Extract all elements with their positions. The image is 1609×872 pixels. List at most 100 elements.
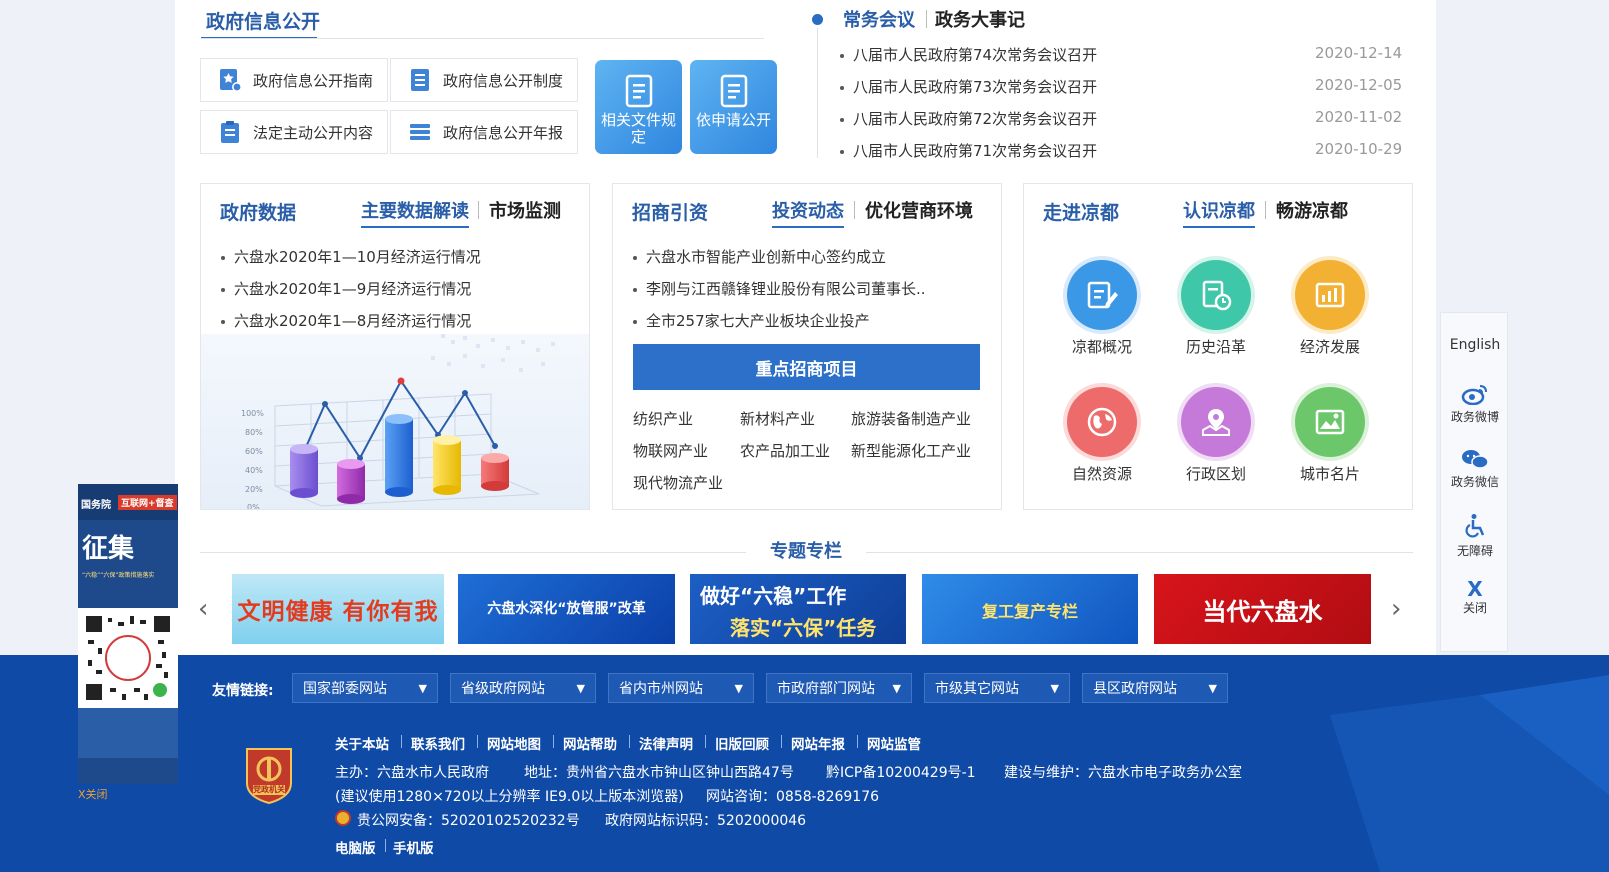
- gov-info-title[interactable]: 政府信息公开: [206, 7, 320, 34]
- english-link[interactable]: English: [1441, 337, 1509, 353]
- tab-market-monitoring[interactable]: 市场监测: [489, 197, 561, 223]
- footer-link-separator: [857, 735, 858, 748]
- districts-button[interactable]: [1181, 387, 1251, 457]
- left-ad-close-button[interactable]: X关闭: [78, 786, 108, 802]
- bullet-icon: [840, 149, 844, 154]
- sidebar-close-button[interactable]: X 关闭: [1441, 579, 1509, 616]
- tab-business-environment[interactable]: 优化营商环境: [865, 197, 973, 223]
- footer-link-separator: [781, 735, 782, 748]
- weibo-label: 政务微博: [1450, 410, 1499, 424]
- city-card-button[interactable]: [1295, 387, 1365, 457]
- meeting-title: 八届市人民政府第74次常务会议召开: [853, 46, 1098, 64]
- investment-news-item[interactable]: 六盘水市智能产业创新中心签约成立: [633, 246, 886, 267]
- mobile-version-link[interactable]: 手机版: [393, 837, 434, 857]
- footer-link-contact[interactable]: 联系我们: [411, 733, 465, 753]
- industry-link[interactable]: 新型能源化工产业: [851, 440, 971, 461]
- data-news-item[interactable]: 六盘水2020年1—8月经济运行情况: [221, 310, 471, 331]
- stack-layers-icon: [410, 124, 430, 140]
- investment-news-item[interactable]: 全市257家七大产业板块企业投产: [633, 310, 870, 331]
- banner-resume-work[interactable]: 复工复产专栏: [922, 574, 1138, 644]
- weibo-link[interactable]: 政务微博: [1441, 383, 1509, 425]
- data-news-title: 六盘水2020年1—8月经济运行情况: [234, 312, 472, 330]
- meeting-item[interactable]: 八届市人民政府第73次常务会议召开: [840, 76, 1097, 97]
- data-news-item[interactable]: 六盘水2020年1—9月经济运行情况: [221, 278, 471, 299]
- footer-link-legal[interactable]: 法律声明: [639, 733, 693, 753]
- tab-know-liangdu[interactable]: 认识凉都: [1183, 197, 1255, 228]
- gov-info-system-button[interactable]: 政府信息公开制度: [390, 58, 578, 102]
- gov-info-guide-button[interactable]: 政府信息公开指南: [200, 58, 388, 102]
- pc-version-link[interactable]: 电脑版: [335, 837, 376, 857]
- investment-news-title: 李刚与江西赣锋锂业股份有限公司董事长..: [646, 280, 926, 298]
- statutory-disclosure-button[interactable]: 法定主动公开内容: [200, 110, 388, 154]
- bullet-icon: [840, 53, 844, 58]
- footer-link-annual-report[interactable]: 网站年报: [791, 733, 845, 753]
- ad-header: 国务院 互联网+督查: [78, 484, 178, 520]
- meeting-item[interactable]: 八届市人民政府第71次常务会议召开: [840, 140, 1097, 161]
- footer-link-help[interactable]: 网站帮助: [563, 733, 617, 753]
- footer-police-record[interactable]: 贵公网安备：52020102520232号: [357, 810, 580, 830]
- chevron-down-icon: ▼: [892, 681, 901, 695]
- investment-news-item[interactable]: 李刚与江西赣锋锂业股份有限公司董事长..: [633, 278, 926, 299]
- footer-link-old-version[interactable]: 旧版回顾: [715, 733, 769, 753]
- bullet-icon: [221, 319, 225, 324]
- banner-contemporary[interactable]: 当代六盘水: [1154, 574, 1371, 644]
- footer-link-supervision[interactable]: 网站监管: [867, 733, 921, 753]
- select-city-departments[interactable]: 市政府部门网站 ▼: [766, 673, 912, 703]
- left-float-ad[interactable]: 国务院 互联网+督查 征集 “六稳”“六保”政策措施落实: [78, 484, 178, 784]
- chevron-down-icon: ▼: [734, 681, 743, 695]
- list-document-icon: [411, 69, 429, 91]
- tab-tour-liangdu[interactable]: 畅游凉都: [1276, 197, 1348, 223]
- investment-title[interactable]: 招商引资: [632, 198, 708, 225]
- industry-link[interactable]: 纺织产业: [633, 408, 693, 429]
- tab-major-events[interactable]: 政务大事记: [935, 6, 1025, 32]
- resources-button[interactable]: [1067, 387, 1137, 457]
- footer-link-separator: [705, 735, 706, 748]
- banner-six-stability[interactable]: 做好“六稳”工作 落实“六保”任务: [690, 574, 906, 644]
- select-city-other[interactable]: 市级其它网站 ▼: [924, 673, 1070, 703]
- accessibility-link[interactable]: 无障碍: [1441, 513, 1509, 559]
- tab-investment-news[interactable]: 投资动态: [772, 197, 844, 228]
- select-national-ministries[interactable]: 国家部委网站 ▼: [292, 673, 438, 703]
- gov-info-divider: [201, 38, 764, 39]
- meeting-item[interactable]: 八届市人民政府第74次常务会议召开: [840, 44, 1097, 65]
- liangdu-panel: 走进凉都 认识凉都 畅游凉都 凉都概况 历史沿革 经济发展 自然资源 行政区划 …: [1023, 183, 1413, 510]
- select-county-gov[interactable]: 县区政府网站 ▼: [1082, 673, 1228, 703]
- investment-news-title: 六盘水市智能产业创新中心签约成立: [646, 248, 887, 266]
- banner-reform[interactable]: 六盘水深化“放管服”改革: [458, 574, 675, 644]
- meeting-item[interactable]: 八届市人民政府第72次常务会议召开: [840, 108, 1097, 129]
- footer-host: 主办：六盘水市人民政府: [335, 765, 489, 781]
- carousel-next-icon[interactable]: ›: [1391, 596, 1401, 622]
- footer-icp[interactable]: 黔ICP备10200429号-1: [826, 762, 976, 782]
- related-regulations-button[interactable]: 相关文件规定: [595, 60, 682, 154]
- select-provincial-cities[interactable]: 省内市州网站 ▼: [608, 673, 754, 703]
- tab-standing-meetings[interactable]: 常务会议: [843, 6, 915, 35]
- apply-disclosure-button[interactable]: 依申请公开: [690, 60, 777, 154]
- gov-data-title[interactable]: 政府数据: [220, 198, 296, 225]
- select-provincial-gov[interactable]: 省级政府网站 ▼: [450, 673, 596, 703]
- footer-link-sitemap[interactable]: 网站地图: [487, 733, 541, 753]
- svg-text:20%: 20%: [245, 485, 263, 494]
- banner-civilization[interactable]: 文明健康 有你有我: [232, 574, 444, 644]
- footer-address: 地址：贵州省六盘水市钟山区钟山西路47号: [524, 765, 794, 781]
- carousel-prev-icon[interactable]: ‹: [198, 596, 208, 622]
- liangdu-title[interactable]: 走进凉都: [1043, 198, 1119, 225]
- police-badge-icon: [335, 810, 351, 826]
- party-gov-badge[interactable]: 党政机关: [243, 745, 295, 805]
- overview-button[interactable]: [1067, 260, 1137, 330]
- data-news-item[interactable]: 六盘水2020年1—10月经济运行情况: [221, 246, 481, 267]
- annual-report-button[interactable]: 政府信息公开年报: [390, 110, 578, 154]
- industry-link[interactable]: 新材料产业: [740, 408, 815, 429]
- history-button[interactable]: [1181, 260, 1251, 330]
- footer-site-id: 政府网站标识码：5202000046: [605, 813, 807, 829]
- industry-link[interactable]: 物联网产业: [633, 440, 708, 461]
- industry-link[interactable]: 现代物流产业: [633, 472, 723, 493]
- economy-button[interactable]: [1295, 260, 1365, 330]
- key-projects-button[interactable]: 重点招商项目: [633, 344, 980, 390]
- footer-link-about[interactable]: 关于本站: [335, 733, 389, 753]
- tab-data-interpretation[interactable]: 主要数据解读: [361, 197, 469, 228]
- tab-separator: [926, 10, 927, 28]
- industry-link[interactable]: 旅游装备制造产业: [851, 408, 971, 429]
- wechat-link[interactable]: 政务微信: [1441, 448, 1509, 490]
- industry-link[interactable]: 农产品加工业: [740, 440, 830, 461]
- statutory-disclosure-label: 法定主动公开内容: [253, 123, 374, 142]
